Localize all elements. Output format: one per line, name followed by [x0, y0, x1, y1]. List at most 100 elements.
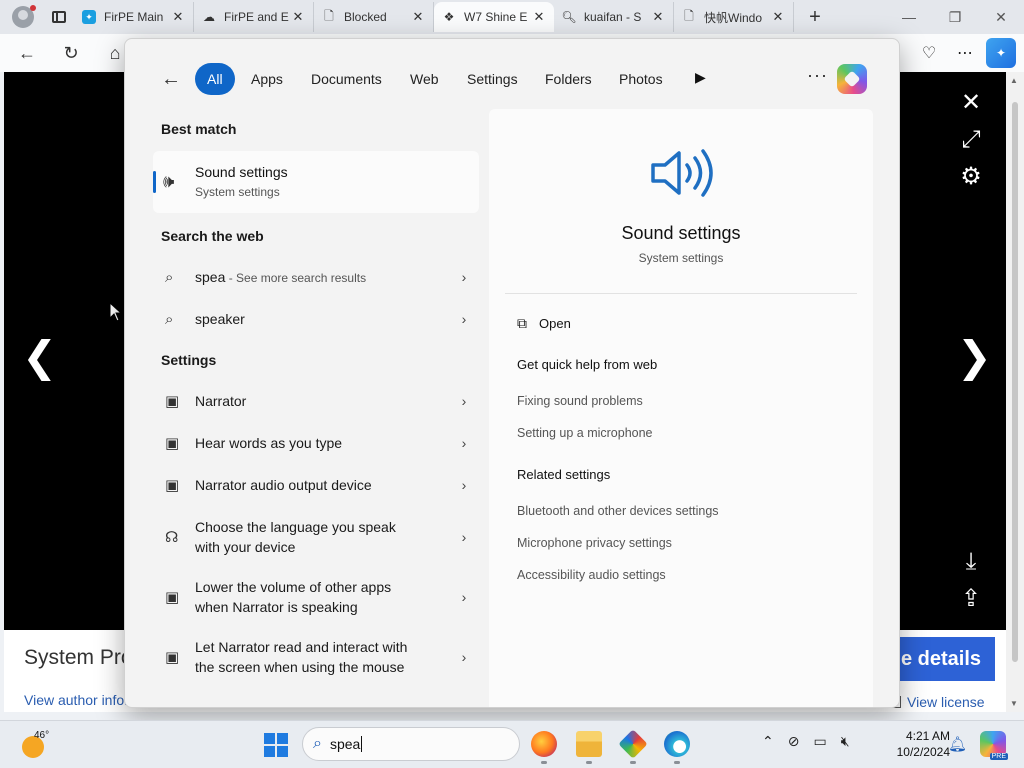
- start-button-windows-icon[interactable]: [264, 733, 288, 757]
- back-arrow-icon[interactable]: ←: [161, 68, 181, 91]
- clock[interactable]: 4:21 AM 10/2/2024: [880, 728, 950, 760]
- filter-web[interactable]: Web: [398, 63, 451, 95]
- copilot-taskbar-icon[interactable]: PRE: [980, 731, 1008, 760]
- chevron-up-icon[interactable]: ⌃: [762, 733, 774, 750]
- tab-title: kuaifan - S: [584, 10, 642, 24]
- gear-icon[interactable]: ⚙: [956, 162, 986, 191]
- tab-close-icon[interactable]: ✕: [771, 9, 785, 25]
- more-options-icon[interactable]: ···: [807, 65, 828, 86]
- network-off-icon[interactable]: ⊘: [788, 733, 800, 750]
- scroll-up-icon[interactable]: ▲: [1010, 76, 1018, 85]
- settings-result-label: Narrator: [195, 393, 247, 409]
- edge-browser-icon[interactable]: [664, 731, 690, 757]
- web-result-item[interactable]: ⌕ speaker ›: [153, 307, 479, 331]
- license-label: View license: [907, 694, 985, 710]
- quick-help-link[interactable]: Setting up a microphone: [517, 426, 653, 440]
- browser-tab-strip: ✦ FirPE Main ✕ ☁ FirPE and E ✕ 🗋 Blocked…: [0, 0, 1024, 34]
- chevron-right-icon: ›: [461, 529, 467, 545]
- browser-tab[interactable]: 🗋 Blocked ✕: [314, 2, 434, 32]
- best-match-subtitle: System settings: [195, 185, 280, 199]
- browser-tab[interactable]: ✦ FirPE Main ✕: [74, 2, 194, 32]
- profile-button[interactable]: [8, 2, 38, 32]
- browser-essentials-icon[interactable]: ♡: [914, 38, 944, 68]
- display-icon[interactable]: ▭: [813, 733, 826, 750]
- filter-apps[interactable]: Apps: [239, 63, 295, 95]
- weather-temp: 46°: [34, 730, 50, 741]
- filter-settings[interactable]: Settings: [455, 63, 530, 95]
- copilot-icon[interactable]: [837, 64, 867, 94]
- narrator-settings-icon: ▣: [165, 393, 180, 410]
- previous-image-arrow-icon[interactable]: ❮: [22, 332, 57, 381]
- browser-tab-active[interactable]: ❖ W7 Shine E ✕: [434, 2, 554, 32]
- web-query: speaker: [195, 311, 245, 327]
- more-menu-icon[interactable]: ⋯: [950, 38, 980, 68]
- narrator-settings-icon: ▣: [165, 589, 180, 606]
- new-tab-button[interactable]: +: [800, 2, 830, 32]
- next-image-arrow-icon[interactable]: ❯: [957, 332, 992, 381]
- restore-button[interactable]: ❐: [932, 0, 978, 34]
- related-setting-link[interactable]: Bluetooth and other devices settings: [517, 504, 719, 518]
- related-setting-link[interactable]: Accessibility audio settings: [517, 568, 666, 582]
- close-window-button[interactable]: ✕: [978, 0, 1024, 34]
- window-controls: — ❐ ✕: [886, 0, 1024, 34]
- tab-close-icon[interactable]: ✕: [291, 9, 305, 25]
- app-icon[interactable]: [618, 729, 648, 759]
- result-preview-pane: Sound settings System settings ⧉ Open Ge…: [489, 109, 873, 707]
- open-action[interactable]: ⧉ Open: [517, 315, 571, 332]
- copilot-sidebar-icon[interactable]: ✦: [986, 38, 1016, 68]
- browser-tab[interactable]: 🗋 快帆Windo ✕: [674, 2, 794, 32]
- settings-result-item[interactable]: ▣ Narrator ›: [153, 389, 479, 413]
- scrollbar-thumb[interactable]: [1012, 102, 1018, 662]
- file-explorer-icon[interactable]: [576, 731, 602, 757]
- best-match-heading: Best match: [161, 121, 237, 137]
- document-icon: 🗋: [684, 8, 694, 23]
- filter-documents[interactable]: Documents: [299, 63, 394, 95]
- settings-result-item[interactable]: ▣ Hear words as you type ›: [153, 431, 479, 455]
- close-viewer-icon[interactable]: ✕: [956, 88, 986, 117]
- browser-tab[interactable]: 🔍︎ kuaifan - S ✕: [554, 2, 674, 32]
- firefox-icon[interactable]: [531, 731, 557, 757]
- details-button[interactable]: e details: [884, 637, 995, 681]
- settings-result-item[interactable]: ▣ Lower the volume of other apps when Na…: [153, 575, 479, 619]
- browser-tab[interactable]: ☁ FirPE and E ✕: [194, 2, 314, 32]
- filter-folders[interactable]: Folders: [533, 63, 604, 95]
- tab-close-icon[interactable]: ✕: [651, 9, 665, 25]
- settings-result-item[interactable]: ☊ Choose the language you speak with you…: [153, 515, 479, 559]
- settings-result-label: Choose the language you speak with your …: [195, 519, 396, 555]
- best-match-item[interactable]: 🕪︎ Sound settings System settings: [153, 151, 479, 213]
- more-filters-play-icon[interactable]: ▶: [695, 69, 706, 86]
- quick-help-link[interactable]: Fixing sound problems: [517, 394, 643, 408]
- filter-photos[interactable]: Photos: [607, 63, 675, 95]
- tab-close-icon[interactable]: ✕: [171, 9, 185, 25]
- notification-bell-icon[interactable]: 🔔︎: [948, 735, 967, 753]
- web-result-item[interactable]: ⌕ spea - See more search results ›: [153, 265, 479, 289]
- search-input[interactable]: spea: [330, 736, 363, 752]
- chevron-right-icon: ›: [461, 435, 467, 451]
- filter-all[interactable]: All: [195, 63, 235, 95]
- speaker-muted-icon[interactable]: 🔇︎: [841, 733, 850, 750]
- settings-result-item[interactable]: ▣ Narrator audio output device ›: [153, 473, 479, 497]
- weather-widget[interactable]: 46°: [20, 730, 50, 758]
- refresh-icon[interactable]: ↻: [56, 38, 86, 68]
- windows-search-panel: ← All Apps Documents Web Settings Folder…: [124, 38, 900, 708]
- toolbar-right: ♡ ⋯ ✦: [914, 38, 1016, 68]
- minimize-button[interactable]: —: [886, 0, 932, 34]
- open-external-icon: ⧉: [517, 315, 527, 331]
- page-scrollbar[interactable]: ▲ ▼: [1006, 72, 1024, 712]
- speaker-icon: [651, 149, 713, 197]
- tab-close-icon[interactable]: ✕: [532, 9, 546, 25]
- scroll-down-icon[interactable]: ▼: [1010, 699, 1018, 708]
- tab-close-icon[interactable]: ✕: [411, 9, 425, 25]
- related-setting-link[interactable]: Microphone privacy settings: [517, 536, 672, 550]
- tab-actions-button[interactable]: [44, 2, 74, 32]
- logo-icon: ❖: [443, 10, 455, 24]
- share-icon[interactable]: ⇪: [956, 584, 986, 613]
- taskbar-search-box[interactable]: ⌕ spea: [302, 727, 520, 761]
- view-license-link[interactable]: View license: [890, 694, 985, 710]
- copilot-badge: PRE: [989, 753, 1008, 760]
- expand-icon[interactable]: ⤢: [956, 126, 986, 154]
- download-icon[interactable]: ⤓: [956, 548, 986, 576]
- back-arrow-icon[interactable]: ←: [12, 38, 42, 68]
- settings-result-item[interactable]: ▣ Let Narrator read and interact with th…: [153, 635, 479, 679]
- view-author-link[interactable]: View author infor: [24, 692, 129, 708]
